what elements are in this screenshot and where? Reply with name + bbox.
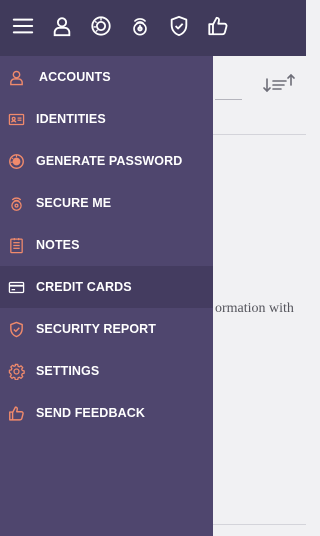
- thumbs-up-icon: [207, 15, 229, 42]
- menu-item-security-report[interactable]: SECURITY REPORT: [0, 308, 213, 350]
- menu-item-settings[interactable]: SETTINGS: [0, 350, 213, 392]
- security-report-nav-button[interactable]: [159, 0, 198, 56]
- user-icon: [7, 68, 25, 86]
- menu-item-label: SEND FEEDBACK: [36, 406, 145, 420]
- menu-item-credit-cards[interactable]: CREDIT CARDS: [0, 266, 213, 308]
- shield-check-icon: [168, 15, 190, 42]
- secure-me-nav-button[interactable]: [120, 0, 159, 56]
- user-icon: [51, 15, 73, 42]
- menu-item-accounts[interactable]: ACCOUNTS: [0, 56, 213, 98]
- thumbs-up-icon: [7, 404, 25, 422]
- list-header-divider: [213, 134, 306, 135]
- bottom-divider: [213, 524, 306, 525]
- id-card-icon: [7, 110, 25, 128]
- menu-item-generate-password[interactable]: GENERATE PASSWORD: [0, 140, 213, 182]
- gear-icon: [7, 362, 25, 380]
- menu-item-label: IDENTITIES: [36, 112, 106, 126]
- navigation-drawer: ACCOUNTS IDENTITIES GENERATE PASSWORD SE…: [0, 56, 213, 536]
- menu-item-label: SETTINGS: [36, 364, 100, 378]
- notes-icon: [7, 236, 25, 254]
- top-app-bar: [0, 0, 306, 56]
- search-input-underline[interactable]: [215, 99, 242, 100]
- secure-me-icon: [7, 194, 25, 212]
- menu-item-label: SECURITY REPORT: [36, 322, 157, 336]
- menu-item-label: SECURE ME: [36, 196, 112, 210]
- empty-state-text: ormation with: [215, 301, 294, 316]
- password-dial-icon: [7, 152, 25, 170]
- secure-me-icon: [129, 15, 151, 42]
- credit-card-icon: [7, 278, 25, 296]
- menu-item-label: NOTES: [36, 238, 80, 252]
- menu-item-secure-me[interactable]: SECURE ME: [0, 182, 213, 224]
- generate-password-nav-button[interactable]: [81, 0, 120, 56]
- sort-icon[interactable]: [262, 72, 296, 94]
- menu-item-label: CREDIT CARDS: [36, 280, 132, 294]
- menu-item-notes[interactable]: NOTES: [0, 224, 213, 266]
- accounts-nav-button[interactable]: [42, 0, 81, 56]
- password-dial-icon: [90, 15, 112, 42]
- menu-item-identities[interactable]: IDENTITIES: [0, 98, 213, 140]
- menu-button[interactable]: [3, 0, 42, 56]
- feedback-nav-button[interactable]: [198, 0, 237, 56]
- menu-icon: [12, 15, 34, 42]
- shield-check-icon: [7, 320, 25, 338]
- menu-item-label: ACCOUNTS: [39, 70, 111, 84]
- menu-item-send-feedback[interactable]: SEND FEEDBACK: [0, 392, 213, 434]
- menu-item-label: GENERATE PASSWORD: [36, 154, 183, 168]
